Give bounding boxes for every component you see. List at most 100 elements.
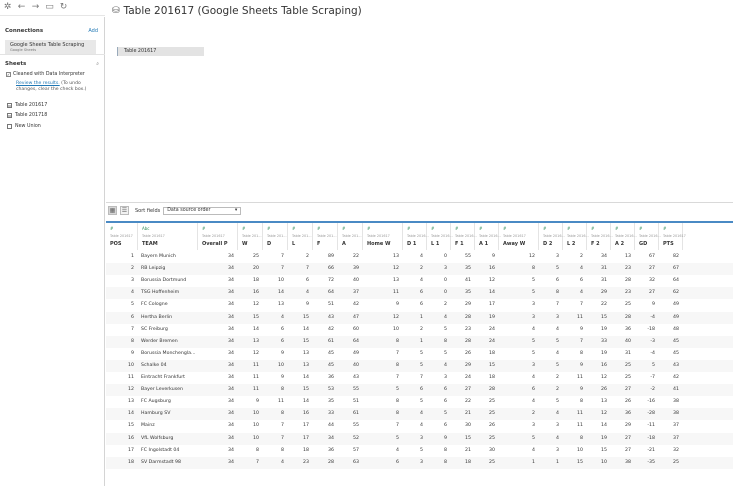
number-type-icon[interactable]: # — [202, 227, 205, 231]
tableau-logo-icon[interactable]: ✲ — [2, 2, 13, 13]
chevron-down-icon: ▾ — [234, 208, 238, 213]
table-cell: -11 — [647, 423, 655, 429]
string-type-icon[interactable]: Abc — [142, 227, 149, 231]
table-cell: 4 — [580, 266, 583, 272]
column-header-gd[interactable]: # Table 2016... GD — [635, 223, 661, 250]
column-header-team[interactable]: Abc Table 201617 TEAM — [138, 223, 198, 250]
number-type-icon[interactable]: # — [267, 227, 270, 231]
column-name: POS — [110, 241, 122, 247]
table-cell: 19 — [489, 314, 495, 320]
column-header-f-1[interactable]: # Table 2016... F 1 — [451, 223, 477, 250]
column-header-home-w[interactable]: # Table 201617 Home W — [363, 223, 403, 250]
table-row: 14 Hamburg SV 34 10 8 16 33 61 8 4 5 21 25 2 4 11 12 36 -2… — [106, 408, 733, 421]
table-cell: 5 — [444, 350, 447, 356]
sort-fields-select[interactable]: Data source order ▾ — [163, 206, 242, 215]
column-header-pts[interactable]: # Table 201617 PTS — [659, 223, 686, 250]
column-header-l-1[interactable]: # Table 2016... L 1 — [427, 223, 453, 250]
column-header-f[interactable]: # Table 201... F — [313, 223, 338, 250]
number-type-icon[interactable]: # — [292, 227, 295, 231]
table-cell: 31 — [601, 266, 607, 272]
table-cell: 9 — [306, 302, 309, 308]
column-header-d-2[interactable]: # Table 2016... D 2 — [539, 223, 565, 250]
number-type-icon[interactable]: # — [591, 227, 594, 231]
sheets-header: Sheets ⌕ — [0, 58, 105, 70]
sheet-item-table-201617[interactable]: Table 201617 — [7, 103, 47, 108]
column-header-away-w[interactable]: # Table 201617 Away W — [499, 223, 539, 250]
column-header-d-1[interactable]: # Table 2016... D 1 — [403, 223, 429, 250]
table-cell: 11 — [278, 399, 284, 405]
table-cell: 5 — [532, 290, 535, 296]
add-connection-link[interactable]: Add — [88, 28, 98, 34]
sort-fields-label: Sort fields — [135, 207, 161, 214]
canvas-table-tile[interactable]: Table 201617 — [117, 47, 204, 56]
refresh-icon[interactable]: ↻ — [58, 2, 69, 13]
column-header-f-2[interactable]: # Table 2016... F 2 — [587, 223, 613, 250]
table-cell: 2 — [556, 375, 559, 380]
number-type-icon[interactable]: # — [407, 227, 410, 231]
table-cell: 2 — [556, 387, 559, 393]
table-cell: 13 — [128, 399, 134, 405]
number-type-icon[interactable]: # — [431, 227, 434, 231]
table-cell: 11 — [577, 423, 583, 429]
join-canvas[interactable] — [106, 18, 733, 202]
number-type-icon[interactable]: # — [543, 227, 546, 231]
table-row: 3 Borussia Dortmund 34 18 10 6 72 40 13 4 0 41 12 5 6 6… — [106, 275, 733, 287]
table-cell: 2 — [420, 326, 423, 332]
pane-divider[interactable] — [106, 202, 733, 203]
connection-item[interactable]: Google Sheets Table Scraping Google Shee… — [5, 40, 96, 54]
table-cell: 25 — [673, 459, 679, 465]
column-header-w[interactable]: # Table 201... W — [238, 223, 263, 250]
column-header-l[interactable]: # Table 201... L — [288, 223, 313, 250]
column-header-l-2[interactable]: # Table 2016... L 2 — [563, 223, 589, 250]
column-header-pos[interactable]: # Table 201617 POS — [106, 223, 138, 250]
number-type-icon[interactable]: # — [110, 227, 113, 231]
save-icon[interactable]: ▭ — [44, 2, 55, 13]
table-cell: 13 — [278, 302, 284, 308]
table-cell: 11 — [577, 375, 583, 380]
number-type-icon[interactable]: # — [455, 227, 458, 231]
column-header-overall-p[interactable]: # Table 201617 Overall P — [198, 223, 238, 250]
table-cell: 6 — [281, 326, 284, 332]
review-results-link[interactable]: Review the results. — [16, 81, 60, 86]
table-cell: 10 — [577, 447, 583, 453]
sheet-item-table-201718[interactable]: Table 201718 — [7, 113, 47, 118]
number-type-icon[interactable]: # — [242, 227, 245, 231]
database-icon[interactable]: ⛁ — [112, 6, 120, 16]
column-header-d[interactable]: # Table 201... D — [263, 223, 288, 250]
column-header-a[interactable]: # Table 201... A — [338, 223, 363, 250]
list-view-icon[interactable]: ☰ — [120, 206, 129, 215]
interpreter-checkbox[interactable]: ✓ — [6, 72, 11, 77]
table-cell: 7 — [306, 266, 309, 272]
number-type-icon[interactable]: # — [615, 227, 618, 231]
table-cell: 19 — [601, 435, 607, 441]
data-source-title[interactable]: Table 201617 (Google Sheets Table Scrapi… — [124, 5, 362, 17]
number-type-icon[interactable]: # — [342, 227, 345, 231]
table-cell: 7 — [281, 435, 284, 441]
number-type-icon[interactable]: # — [503, 227, 506, 231]
table-cell: 4 — [444, 362, 447, 368]
data-interpreter: ✓ Cleaned with Data Interpreter Review t… — [6, 72, 101, 93]
number-type-icon[interactable]: # — [663, 227, 666, 231]
number-type-icon[interactable]: # — [479, 227, 482, 231]
table-cell: 16 — [128, 435, 134, 441]
number-type-icon[interactable]: # — [639, 227, 642, 231]
table-cell: 48 — [673, 326, 679, 332]
table-cell: 26 — [489, 423, 495, 429]
union-icon — [7, 124, 12, 129]
number-type-icon[interactable]: # — [367, 227, 370, 231]
table-cell: 16 — [303, 411, 309, 417]
table-cell: 34 — [228, 314, 234, 320]
table-cell: 15 — [303, 387, 309, 393]
number-type-icon[interactable]: # — [567, 227, 570, 231]
new-union-item[interactable]: New Union — [7, 124, 41, 129]
back-icon[interactable]: ← — [16, 2, 27, 13]
column-header-a-2[interactable]: # Table 2016... A 2 — [611, 223, 637, 250]
column-source: Table 201... — [317, 234, 337, 238]
column-header-a-1[interactable]: # Table 2016... A 1 — [475, 223, 501, 250]
table-cell: 25 — [625, 375, 631, 380]
number-type-icon[interactable]: # — [317, 227, 320, 231]
search-sheets-icon[interactable]: ⌕ — [96, 61, 99, 67]
grid-view-icon[interactable]: ▦ — [108, 206, 117, 215]
forward-icon[interactable]: → — [30, 2, 41, 13]
table-cell: 38 — [625, 459, 631, 465]
